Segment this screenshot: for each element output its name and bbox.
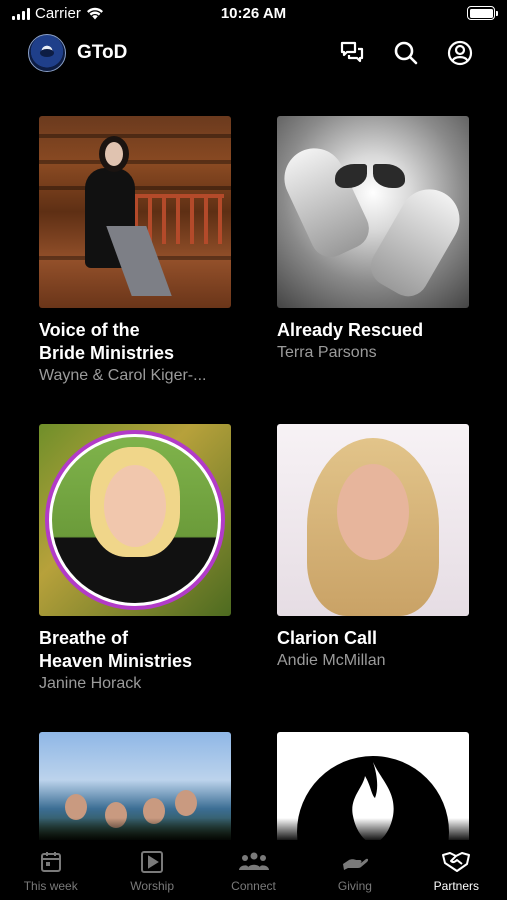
tab-bar: This week Worship Connect Giving Partner… — [0, 840, 507, 900]
partner-card[interactable]: Already Rescued Terra Parsons — [277, 116, 469, 363]
partner-card[interactable]: Voice of the Bride Ministries Wayne & Ca… — [39, 116, 231, 386]
partner-card[interactable]: Breathe of Heaven Ministries Janine Hora… — [39, 424, 231, 694]
account-icon[interactable] — [445, 38, 475, 68]
card-subtitle: Terra Parsons — [277, 344, 377, 361]
card-subtitle: Andie McMillan — [277, 652, 386, 669]
status-time: 10:26 AM — [220, 5, 287, 22]
tab-label: Worship — [130, 879, 174, 893]
chat-icon[interactable] — [337, 38, 367, 68]
partner-card[interactable]: Clarion Call Andie McMillan — [277, 424, 469, 671]
battery-icon — [467, 6, 498, 20]
card-subtitle: Wayne & Carol Kiger-... — [39, 367, 207, 384]
tab-label: Partners — [433, 879, 479, 893]
partner-thumbnail[interactable] — [39, 116, 231, 308]
card-title: Already Rescued — [277, 320, 424, 340]
tab-partners[interactable]: Partners — [406, 840, 507, 900]
card-title: Voice of the Bride Ministries — [39, 320, 175, 363]
partner-thumbnail[interactable] — [277, 116, 469, 308]
card-title: Breathe of Heaven Ministries — [39, 628, 193, 671]
tab-label: This week — [23, 879, 78, 893]
app-logo[interactable] — [28, 34, 66, 72]
tab-label: Connect — [231, 879, 276, 893]
tab-worship[interactable]: Worship — [101, 840, 202, 900]
calendar-icon — [40, 852, 61, 872]
partner-thumbnail[interactable] — [277, 424, 469, 616]
tab-connect[interactable]: Connect — [203, 840, 304, 900]
play-icon — [141, 851, 164, 873]
tab-label: Giving — [337, 879, 372, 893]
app-title: GToD — [77, 42, 128, 63]
tab-this-week[interactable]: This week — [0, 840, 101, 900]
tab-giving[interactable]: Giving — [304, 840, 405, 900]
hand-icon — [342, 858, 369, 870]
status-bar: Carrier 10:26 AM — [0, 0, 507, 30]
search-icon[interactable] — [391, 38, 421, 68]
partner-thumbnail[interactable] — [39, 424, 231, 616]
people-icon — [238, 852, 269, 870]
card-title: Clarion Call — [277, 628, 378, 648]
app-header: GToD — [0, 30, 507, 76]
handshake-icon — [442, 852, 471, 872]
card-subtitle: Janine Horack — [39, 675, 142, 692]
